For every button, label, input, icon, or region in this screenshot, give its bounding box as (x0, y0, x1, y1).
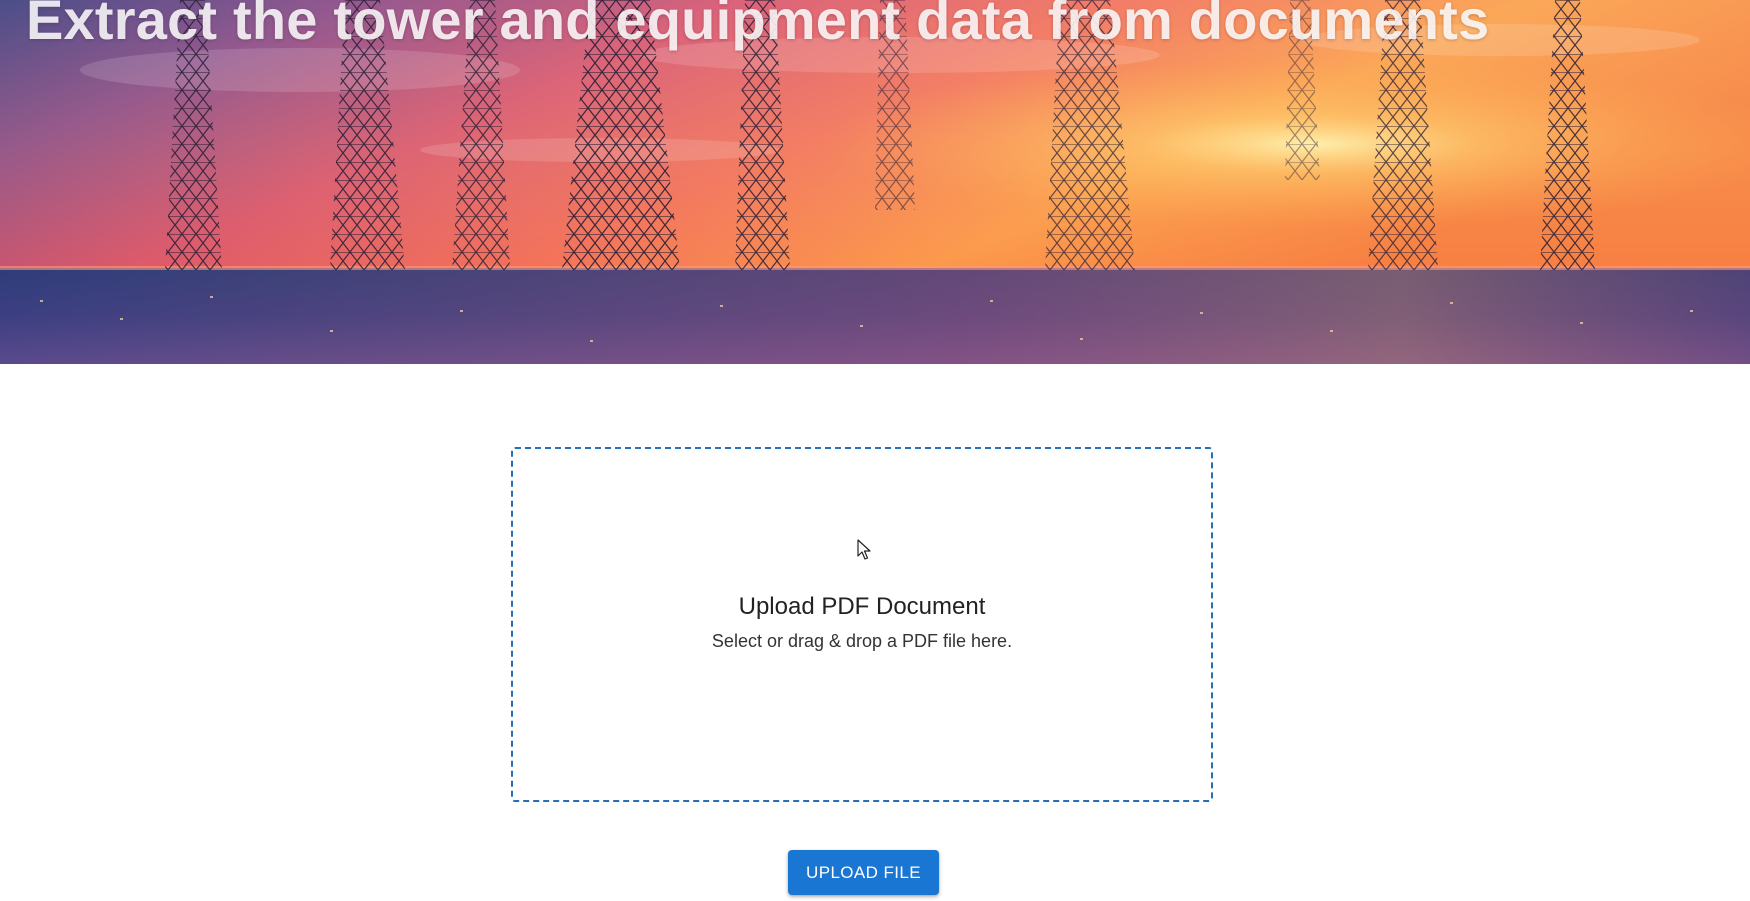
page: Extract the tower and equipment data fro… (0, 0, 1750, 901)
hero-banner: Extract the tower and equipment data fro… (0, 0, 1750, 364)
upload-file-button[interactable]: UPLOAD FILE (788, 850, 939, 895)
pdf-dropzone[interactable]: Upload PDF Document Select or drag & dro… (511, 447, 1213, 802)
page-title: Extract the tower and equipment data fro… (26, 0, 1490, 51)
dropzone-instructions: Select or drag & drop a PDF file here. (711, 631, 1013, 651)
mouse-cursor-icon (857, 539, 871, 560)
dropzone-title: Upload PDF Document (738, 593, 986, 620)
